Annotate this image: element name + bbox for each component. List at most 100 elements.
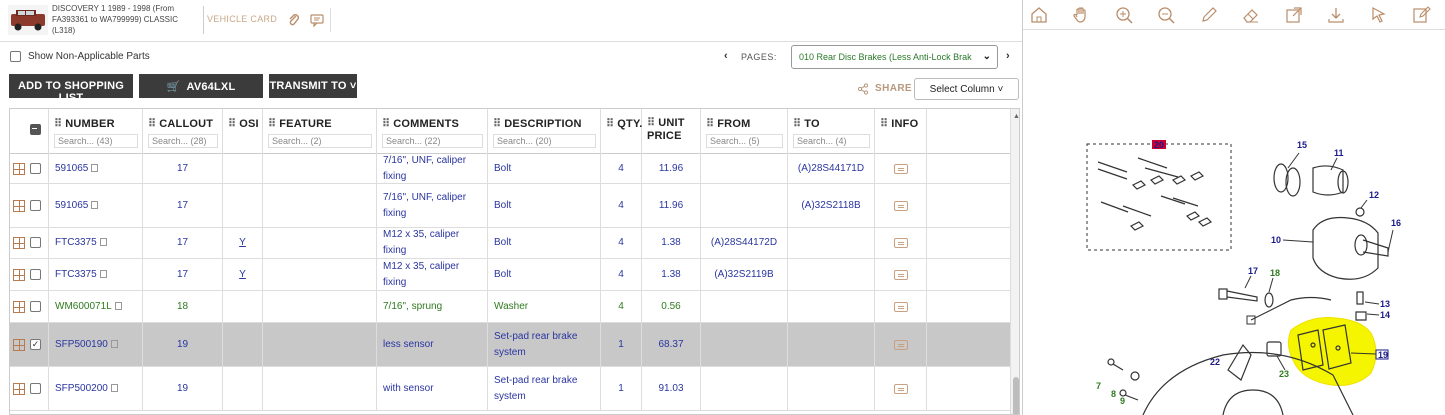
cell-info[interactable] [875, 259, 927, 290]
scrollbar-thumb[interactable] [1013, 377, 1019, 414]
pencil-icon[interactable] [1199, 5, 1219, 25]
column-search-input[interactable]: Search... (2) [268, 134, 372, 148]
callout-20[interactable]: 20 [1154, 140, 1164, 150]
pages-select[interactable]: 010 Rear Disc Brakes (Less Anti-Lock Bra… [791, 45, 998, 69]
cell-info[interactable] [875, 291, 927, 322]
column-header-info[interactable]: ⠿ INFO [875, 109, 927, 154]
cell-info[interactable] [875, 228, 927, 258]
copy-icon[interactable] [99, 269, 107, 278]
pan-hand-icon[interactable] [1071, 5, 1091, 25]
expand-icon[interactable] [13, 382, 25, 395]
column-header-from[interactable]: ⠿ FROM Search... (5) [701, 109, 788, 154]
callout-8[interactable]: 8 [1111, 389, 1116, 399]
column-search-input[interactable]: Search... (4) [793, 134, 870, 148]
info-comment-icon[interactable] [893, 269, 908, 280]
cell-osi[interactable] [223, 154, 263, 183]
table-scrollbar[interactable]: ▲ [1010, 109, 1019, 414]
drag-handle-icon[interactable]: ⠿ [493, 118, 501, 130]
cell-number[interactable]: SFP500190 [49, 323, 143, 366]
copy-icon[interactable] [114, 301, 122, 310]
cell-osi[interactable] [223, 291, 263, 322]
drag-handle-icon[interactable]: ⠿ [706, 118, 714, 130]
prev-page-button[interactable]: ‹ [724, 50, 728, 62]
cell-info[interactable] [875, 367, 927, 410]
eraser-icon[interactable] [1241, 5, 1261, 25]
expand-icon[interactable] [13, 300, 25, 313]
drag-handle-icon[interactable]: ⠿ [148, 118, 156, 130]
row-checkbox[interactable] [30, 199, 41, 211]
row-checkbox[interactable] [30, 300, 41, 312]
callout-11[interactable]: 11 [1334, 148, 1344, 158]
column-header-number[interactable]: ⠿ NUMBER Search... (43) [49, 109, 143, 154]
share-button[interactable]: SHARE [875, 83, 912, 94]
drag-handle-icon[interactable]: ⠿ [228, 118, 236, 130]
callout-14[interactable]: 14 [1380, 310, 1390, 320]
info-comment-icon[interactable] [893, 238, 908, 248]
info-comment-icon[interactable] [893, 200, 908, 211]
expand-icon[interactable] [13, 199, 25, 212]
select-pointer-icon[interactable] [1369, 5, 1389, 25]
table-row[interactable]: 591065 17 7/16", UNF, caliper fixing Bolt 4 1… [10, 154, 1010, 184]
column-header-feature[interactable]: ⠿ FEATURE Search... (2) [263, 109, 377, 154]
callout-15[interactable]: 15 [1297, 140, 1307, 150]
next-page-button[interactable]: › [1006, 50, 1010, 62]
drag-handle-icon[interactable]: ⠿ [54, 118, 62, 130]
expand-icon[interactable] [13, 237, 25, 249]
cell-number[interactable]: SFP500200 [49, 367, 143, 410]
cell-number[interactable]: 591065 [49, 184, 143, 227]
column-header-price[interactable]: ⠿ UNIT PRICE [642, 109, 701, 154]
callout-12[interactable]: 12 [1369, 190, 1379, 200]
select-all-checkbox[interactable] [30, 124, 41, 135]
callout-16[interactable]: 16 [1391, 218, 1401, 228]
drag-handle-icon[interactable]: ⠿ [647, 117, 655, 129]
cell-info[interactable] [875, 323, 927, 366]
callout-18[interactable]: 18 [1270, 268, 1280, 278]
column-search-input[interactable]: Search... (28) [148, 134, 218, 148]
column-search-input[interactable]: Search... (22) [382, 134, 483, 148]
info-comment-icon[interactable] [893, 301, 908, 312]
edit-note-icon[interactable] [1411, 5, 1431, 25]
row-checkbox[interactable] [30, 268, 41, 280]
copy-icon[interactable] [91, 200, 99, 209]
row-checkbox[interactable]: ✓ [30, 338, 41, 350]
info-comment-icon[interactable] [893, 163, 908, 174]
expand-icon[interactable] [13, 162, 25, 175]
column-header-description[interactable]: ⠿ DESCRIPTION Search... (20) [488, 109, 601, 154]
cell-osi[interactable] [223, 184, 263, 227]
column-header-comments[interactable]: ⠿ COMMENTS Search... (22) [377, 109, 488, 154]
callout-7[interactable]: 7 [1096, 381, 1101, 391]
info-comment-icon[interactable] [893, 383, 908, 394]
cart-button[interactable]: 🛒 AV64LXL [139, 74, 263, 98]
column-search-input[interactable]: Search... (5) [706, 134, 783, 148]
callout-17[interactable]: 17 [1248, 266, 1258, 276]
vehicle-card-link[interactable]: VEHICLE CARD [207, 14, 277, 24]
copy-icon[interactable] [110, 339, 118, 348]
row-checkbox[interactable] [30, 237, 41, 248]
drag-handle-icon[interactable]: ⠿ [606, 118, 614, 130]
table-row[interactable]: 591065 17 7/16", UNF, caliper fixing Bolt 4 1… [10, 184, 1010, 228]
copy-icon[interactable] [110, 383, 118, 392]
table-row[interactable]: SFP500200 19 with sensor Set-pad rear brake… [10, 367, 1010, 411]
expand-icon[interactable] [13, 338, 25, 351]
select-column-dropdown[interactable]: Select Column ˅ [914, 78, 1019, 100]
row-checkbox[interactable] [30, 382, 41, 394]
cell-number[interactable]: FTC3375 [49, 259, 143, 290]
exploded-parts-diagram[interactable]: 20 15 11 12 16 10 17 18 13 14 19 22 23 7… [1023, 30, 1445, 415]
callout-9[interactable]: 9 [1120, 396, 1125, 406]
column-header-qty[interactable]: ⠿ QTY. [601, 109, 642, 154]
column-header-osi[interactable]: ⠿ OSI [223, 109, 263, 154]
cell-info[interactable] [875, 154, 927, 183]
paperclip-icon[interactable] [286, 12, 302, 28]
drag-handle-icon[interactable]: ⠿ [793, 118, 801, 130]
cell-number[interactable]: 591065 [49, 154, 143, 183]
info-comment-icon[interactable] [893, 339, 908, 350]
expand-icon[interactable] [13, 268, 25, 281]
comment-icon[interactable] [309, 12, 325, 28]
cell-info[interactable] [875, 184, 927, 227]
callout-10[interactable]: 10 [1271, 235, 1281, 245]
cell-osi[interactable]: Y [223, 259, 263, 290]
home-icon[interactable] [1029, 5, 1049, 25]
share-icon[interactable] [857, 83, 869, 95]
download-icon[interactable] [1326, 5, 1346, 25]
cell-osi[interactable] [223, 323, 263, 366]
